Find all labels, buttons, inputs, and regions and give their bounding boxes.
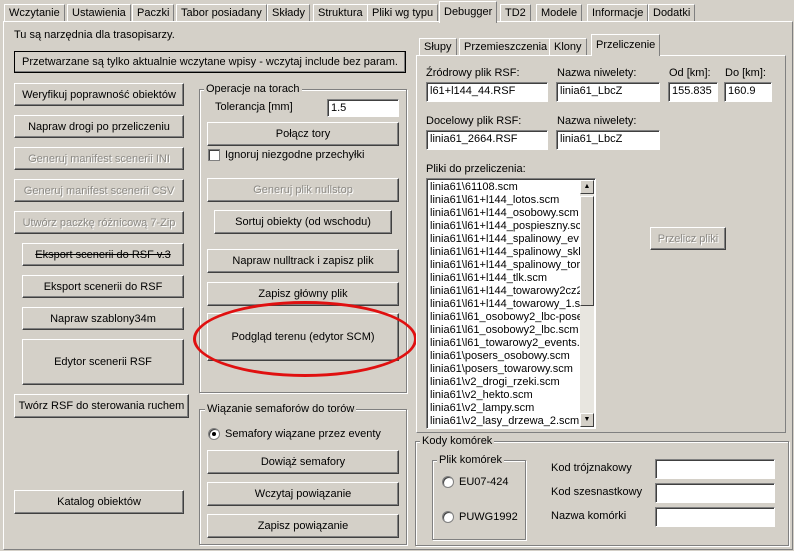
source-rsf-label: Źródrowy plik RSF: xyxy=(426,67,520,79)
manifest-csv-button[interactable]: Generuj manifest scenerii CSV xyxy=(14,179,184,202)
list-item[interactable]: linia61\v2_drogi_rzeki.scm xyxy=(427,376,595,389)
list-item[interactable]: linia61\v2_lampy.scm xyxy=(427,402,595,415)
list-item[interactable]: linia61\l61+l144_spalinowy_skl xyxy=(427,246,595,259)
diff-package-button[interactable]: Utwórz paczkę różnicową 7-Zip xyxy=(14,211,184,234)
export-rsf-button[interactable]: Eksport scenerii do RSF xyxy=(22,275,184,298)
list-item[interactable]: linia61\l61+l144_tlk.scm xyxy=(427,272,595,285)
tab-debugger[interactable]: Debugger xyxy=(439,1,498,23)
tab-wczytanie[interactable]: Wczytanie xyxy=(4,4,65,22)
signals-group-legend: Wiązanie semaforów do torów xyxy=(205,403,357,415)
cell-name-input[interactable] xyxy=(655,507,775,527)
list-item[interactable]: linia61\posers_osobowy.scm xyxy=(427,350,595,363)
connect-tracks-button[interactable]: Połącz tory xyxy=(207,122,399,146)
cell-file-legend: Plik komórek xyxy=(437,454,504,466)
puwg1992-radio[interactable] xyxy=(442,511,454,523)
bind-signals-button[interactable]: Dowiąż semafory xyxy=(207,450,399,474)
subtab-klony[interactable]: Klony xyxy=(549,38,587,56)
list-item[interactable]: linia61\l61+l144_spalinowy_ev xyxy=(427,233,595,246)
manifest-ini-button[interactable]: Generuj manifest scenerii INI xyxy=(14,147,184,170)
level-name-input[interactable]: linia61_LbcZ xyxy=(556,82,660,102)
load-binding-button[interactable]: Wczytaj powiązanie xyxy=(207,482,399,506)
subtab-slupy[interactable]: Słupy xyxy=(419,38,457,56)
verify-objects-button[interactable]: Weryfikuj poprawność obiektów xyxy=(14,83,184,106)
object-catalog-button[interactable]: Katalog obiektów xyxy=(14,490,184,514)
hex-code-input[interactable] xyxy=(655,483,775,503)
level-name2-input[interactable]: linia61_LbcZ xyxy=(556,130,660,150)
tab-informacje[interactable]: Informacje xyxy=(587,4,649,22)
info-text: Tu są narzędnia dla trasopisarzy. xyxy=(14,29,175,41)
sort-objects-button[interactable]: Sortuj obiekty (od wschodu) xyxy=(214,210,392,234)
tab-dodatki[interactable]: Dodatki xyxy=(648,4,696,22)
cell-file-group xyxy=(432,460,526,540)
list-item[interactable]: linia61\l61+l144_spalinowy_tor xyxy=(427,259,595,272)
events-radio-label: Semafory wiązane przez eventy xyxy=(225,428,381,440)
current-only-button[interactable]: Przetwarzane są tylko aktualnie wczytane… xyxy=(14,51,406,73)
hex-code-label: Kod szesnastkowy xyxy=(551,486,643,498)
export-rsf-v3-button[interactable]: Eksport scenerii do RSF v.3 xyxy=(22,243,184,266)
tolerance-input[interactable]: 1.5 xyxy=(327,99,399,117)
eu07-label: EU07-424 xyxy=(459,476,509,488)
tab-tabor-posiadany[interactable]: Tabor posiadany xyxy=(176,4,267,22)
tab-td2[interactable]: TD2 xyxy=(500,4,531,22)
tab-pliki-wg-typu[interactable]: Pliki wg typu xyxy=(367,4,439,22)
subtab-przeliczenie[interactable]: Przeliczenie xyxy=(591,34,661,56)
nullstop-button[interactable]: Generuj plik nullstop xyxy=(207,178,399,202)
list-item[interactable]: linia61\l61+l144_towarowy_1.s xyxy=(427,298,595,311)
rsf-editor-button[interactable]: Edytor scenerii RSF xyxy=(22,339,184,385)
files-label: Pliki do przeliczenia: xyxy=(426,163,526,175)
tolerance-label: Tolerancja [mm] xyxy=(215,101,293,113)
source-rsf-input[interactable]: l61+l144_44.RSF xyxy=(426,82,548,102)
level-name-label: Nazwa niwelety: xyxy=(557,67,637,79)
list-item[interactable]: linia61\v2_lasy_drzewa_2.scm xyxy=(427,415,595,428)
files-listbox[interactable]: linia61\61108.scm linia61\l61+l144_lotos.… xyxy=(426,178,596,429)
list-item[interactable]: linia61\v2_hekto.scm xyxy=(427,389,595,402)
dest-rsf-input[interactable]: linia61_2664.RSF xyxy=(426,130,548,150)
files-scrollbar[interactable]: ▲ ▼ xyxy=(580,180,594,427)
tab-modele[interactable]: Modele xyxy=(536,4,583,22)
ignore-superelevation-checkbox[interactable] xyxy=(208,149,220,161)
to-km-input[interactable]: 160.9 xyxy=(724,82,772,102)
scroll-down-icon[interactable]: ▼ xyxy=(580,413,594,427)
tab-struktura[interactable]: Struktura xyxy=(313,4,368,22)
trinary-code-input[interactable] xyxy=(655,459,775,479)
eu07-radio[interactable] xyxy=(442,476,454,488)
tab-paczki[interactable]: Paczki xyxy=(132,4,175,22)
tab-sklady[interactable]: Składy xyxy=(267,4,311,22)
level-name2-label: Nazwa niwelety: xyxy=(557,115,637,127)
subtab-przemieszczenia[interactable]: Przemieszczenia xyxy=(459,38,553,56)
trinary-code-label: Kod trójznakowy xyxy=(551,462,632,474)
list-item[interactable]: linia61\posers_towarowy.scm xyxy=(427,363,595,376)
list-item[interactable]: linia61\l61_towarowy2_events. xyxy=(427,337,595,350)
list-item[interactable]: linia61\l61+l144_pospieszny.sc xyxy=(427,220,595,233)
cell-codes-legend: Kody komórek xyxy=(420,435,495,447)
red-highlight-ellipse xyxy=(193,301,417,377)
tab-ustawienia[interactable]: Ustawienia xyxy=(67,4,131,22)
list-item[interactable]: linia61\61108.scm xyxy=(427,181,595,194)
list-item[interactable]: linia61\l61+l144_towarowy2cz2 xyxy=(427,285,595,298)
events-radio[interactable] xyxy=(208,428,220,440)
tracks-group-legend: Operacje na torach xyxy=(204,83,302,95)
fix-roads-button[interactable]: Napraw drogi po przeliczeniu xyxy=(14,115,184,138)
recalc-files-button[interactable]: Przelicz pliki xyxy=(650,227,726,250)
list-item[interactable]: linia61\l61_osobowy2_lbc.scm xyxy=(427,324,595,337)
scroll-up-icon[interactable]: ▲ xyxy=(580,180,594,194)
fix-templates-button[interactable]: Napraw szablony34m xyxy=(22,307,184,330)
save-binding-button[interactable]: Zapisz powiązanie xyxy=(207,514,399,538)
fix-nulltrack-button[interactable]: Napraw nulltrack i zapisz plik xyxy=(207,249,399,273)
scroll-thumb[interactable] xyxy=(580,196,594,306)
ignore-superelevation-label: Ignoruj niezgodne przechyłki xyxy=(225,149,365,161)
from-km-label: Od [km]: xyxy=(669,67,711,79)
list-item[interactable]: linia61\l61_osobowy2_lbc-pose xyxy=(427,311,595,324)
list-item[interactable]: linia61\l61+l144_osobowy.scm xyxy=(427,207,595,220)
from-km-input[interactable]: 155.835 xyxy=(668,82,718,102)
cell-name-label: Nazwa komórki xyxy=(551,510,627,522)
to-km-label: Do [km]: xyxy=(725,67,766,79)
dest-rsf-label: Docelowy plik RSF: xyxy=(426,115,522,127)
main-tab-bar: Wczytanie Ustawienia Paczki Tabor posiad… xyxy=(0,0,794,23)
list-item[interactable]: linia61\l61+l144_lotos.scm xyxy=(427,194,595,207)
puwg1992-label: PUWG1992 xyxy=(459,511,518,523)
traffic-rsf-button[interactable]: Twórz RSF do sterowania ruchem xyxy=(14,394,189,418)
